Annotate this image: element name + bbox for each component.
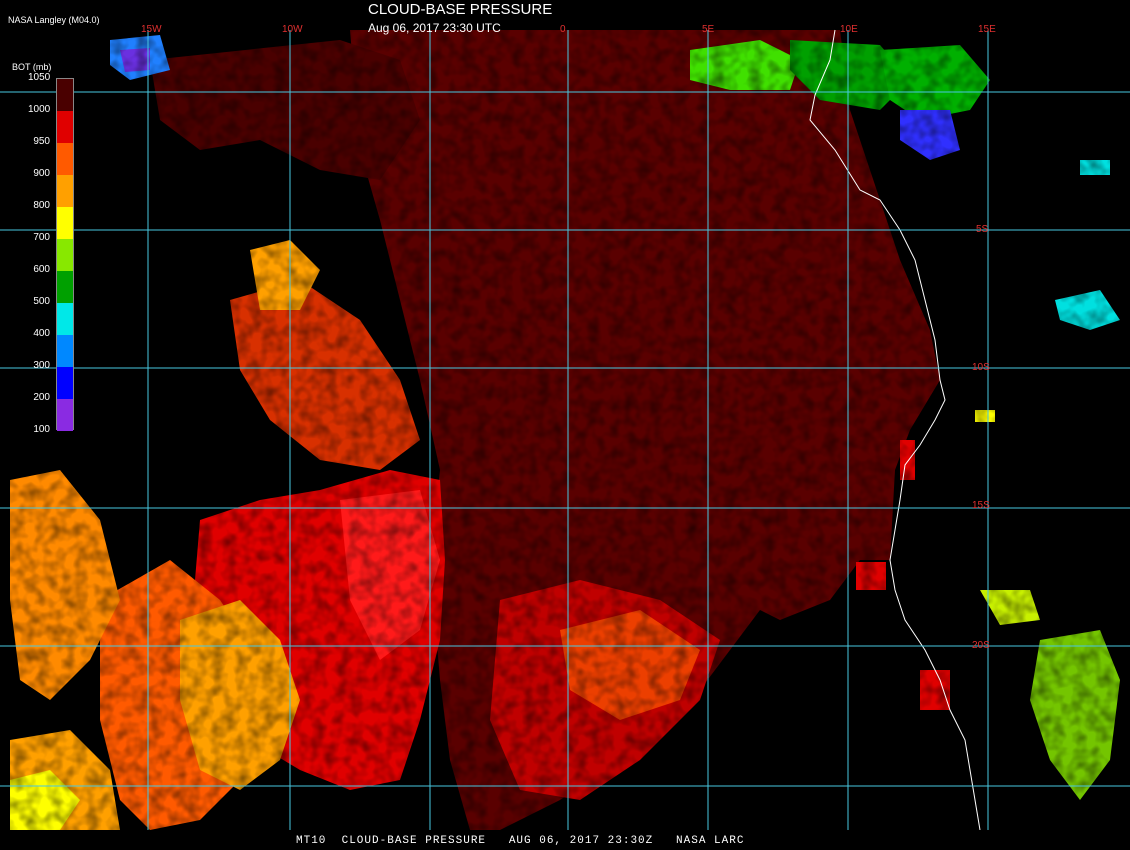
legend-swatch [57,239,73,271]
legend-level-label: 600 [33,264,50,275]
legend-level-label: 1000 [28,104,51,115]
lon-label-15w: 15W [141,24,162,35]
lon-label-0: 0 [560,24,566,35]
lat-label-15s: 15S [972,500,990,511]
legend-level-label: 700 [33,232,50,243]
map-title: CLOUD-BASE PRESSURE [368,1,553,18]
lon-label-10w: 10W [282,24,303,35]
legend-level-label: 400 [33,328,50,339]
legend-level-label: 100 [33,424,50,435]
lat-label-5s: 5S [976,224,989,235]
legend-level-label: 900 [33,168,50,179]
legend-swatch [57,335,73,367]
provider-label: NASA Langley (M04.0) [8,15,100,25]
legend-swatch [57,207,73,239]
color-legend [56,78,74,431]
lon-label-10e: 10E [840,24,858,35]
lat-label-10s: 10S [972,362,990,373]
lon-label-5e: 5E [702,24,715,35]
footer-caption: MT10 CLOUD-BASE PRESSURE AUG 06, 2017 23… [296,835,745,847]
legend-unit-label: BOT (mb) [12,62,52,72]
legend-swatch [57,175,73,207]
legend-swatch [57,367,73,399]
legend-swatch [57,303,73,335]
lat-label-20s: 20S [972,640,990,651]
legend-swatch [57,143,73,175]
legend-level-label: 1050 [28,72,51,83]
map-timestamp: Aug 06, 2017 23:30 UTC [368,21,501,35]
legend-level-label: 200 [33,392,50,403]
legend-swatch [57,399,73,431]
legend-swatch [57,111,73,143]
satellite-map [0,0,1130,850]
legend-level-label: 950 [33,136,50,147]
legend-swatch [57,79,73,111]
legend-level-label: 500 [33,296,50,307]
legend-level-label: 300 [33,360,50,371]
lon-label-15e: 15E [978,24,996,35]
legend-swatch [57,271,73,303]
legend-level-label: 800 [33,200,50,211]
